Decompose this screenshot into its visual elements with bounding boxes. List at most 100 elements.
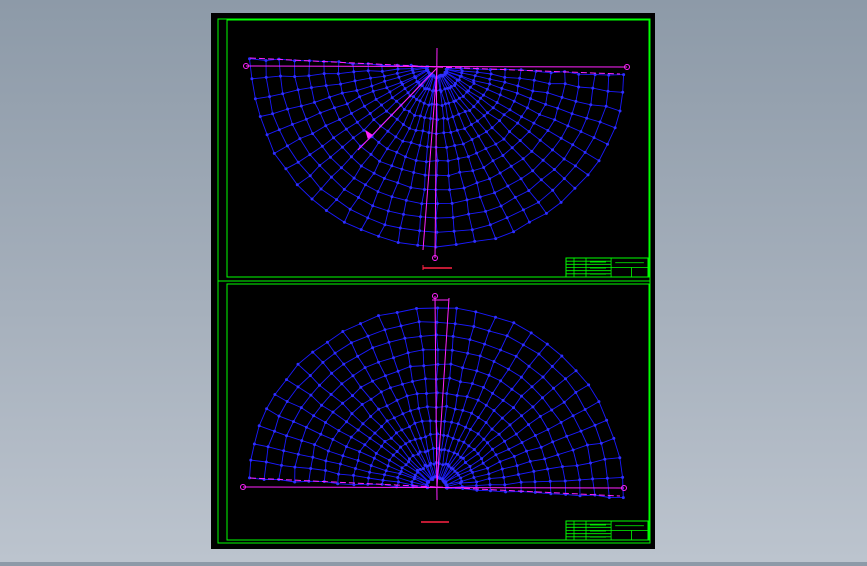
mesh-node — [319, 187, 323, 191]
mesh-node — [383, 440, 387, 443]
mesh-node — [452, 229, 456, 233]
mesh-node — [371, 379, 374, 383]
cad-drawing-canvas[interactable] — [0, 0, 867, 562]
mesh-node — [366, 334, 370, 338]
mesh-node — [520, 441, 524, 444]
mesh-node — [390, 164, 394, 168]
mesh-node — [454, 243, 458, 246]
mesh-node — [337, 60, 341, 64]
mesh-node — [447, 174, 451, 178]
mesh-node — [578, 478, 582, 482]
mesh-node — [418, 114, 422, 118]
mesh-node — [464, 425, 468, 429]
mesh-node — [354, 467, 357, 470]
mesh-node — [374, 451, 378, 455]
mesh-node — [400, 466, 404, 470]
mesh-node — [331, 410, 335, 414]
mesh-node — [386, 129, 390, 133]
mesh-node — [318, 163, 322, 167]
mesh-node — [589, 103, 593, 107]
mesh-node — [591, 477, 595, 481]
mesh-node — [423, 188, 426, 191]
mesh-node — [399, 445, 403, 449]
mesh-node — [359, 228, 363, 232]
mesh-node — [612, 436, 616, 440]
mesh-node — [383, 328, 387, 332]
mesh-node — [560, 465, 564, 469]
mesh-node — [427, 480, 431, 483]
mesh-node — [488, 77, 492, 81]
mesh-node — [593, 423, 597, 427]
mesh-node — [444, 480, 448, 484]
mesh-node — [533, 434, 537, 437]
mesh-node — [604, 104, 608, 108]
mesh-node — [277, 128, 281, 132]
mesh-node — [559, 420, 563, 424]
mesh-node — [394, 135, 398, 139]
cad-viewport[interactable] — [0, 0, 867, 562]
mesh-node — [476, 398, 480, 402]
mesh-node — [502, 475, 506, 479]
mesh-node — [277, 414, 281, 418]
mesh-node — [383, 79, 387, 83]
mesh-node — [299, 104, 303, 108]
mesh-node — [324, 124, 328, 128]
mesh-node — [510, 146, 514, 150]
mesh-node — [295, 183, 299, 187]
mesh-node — [252, 442, 256, 446]
mesh-node — [420, 419, 424, 423]
mesh-node — [416, 243, 420, 247]
mesh-node — [575, 464, 579, 468]
mesh-node — [512, 406, 515, 410]
mesh-node — [412, 95, 415, 99]
mesh-node — [606, 142, 609, 146]
mesh-node — [342, 362, 346, 366]
mesh-node — [311, 455, 315, 459]
mesh-node — [374, 97, 378, 101]
mesh-node — [571, 414, 575, 418]
mesh-node — [313, 100, 316, 104]
mesh-node — [340, 91, 344, 95]
mesh-node — [475, 151, 479, 155]
mesh-node — [414, 76, 418, 80]
mesh-node — [574, 369, 578, 373]
mesh-node — [539, 445, 543, 449]
mesh-node — [453, 81, 457, 85]
mesh-node — [488, 68, 492, 72]
mesh-node — [519, 375, 523, 379]
mesh-node — [400, 167, 404, 171]
mesh-node — [499, 379, 503, 383]
mesh-node — [503, 439, 507, 443]
mesh-node — [532, 78, 536, 82]
mesh-node — [400, 428, 404, 432]
mesh-node — [412, 171, 416, 174]
mesh-node — [446, 434, 450, 438]
mesh-node — [487, 477, 491, 481]
mesh-node — [519, 177, 523, 181]
mesh-node — [324, 84, 328, 88]
mesh-node — [443, 419, 447, 423]
mesh-node — [516, 121, 520, 125]
mesh-node — [476, 416, 480, 419]
mesh-node — [497, 432, 501, 436]
mesh-node — [369, 152, 373, 156]
mesh-node — [385, 147, 389, 151]
mesh-node — [436, 202, 439, 206]
mesh-node — [486, 466, 490, 470]
mesh-node — [514, 354, 518, 358]
mesh-node — [546, 428, 550, 431]
mesh-node — [417, 406, 421, 410]
mesh-node — [486, 111, 489, 115]
mesh-node — [472, 476, 476, 479]
mesh-node — [321, 360, 325, 364]
mesh-node — [418, 450, 422, 454]
mesh-node — [476, 100, 480, 104]
mesh-node — [527, 220, 531, 224]
mesh-node — [312, 414, 316, 418]
mesh-node — [512, 321, 516, 325]
mesh-node — [457, 96, 461, 100]
mesh-node — [284, 167, 288, 171]
mesh-node — [344, 445, 348, 449]
mesh-node — [441, 463, 445, 467]
mesh-node — [505, 334, 509, 338]
